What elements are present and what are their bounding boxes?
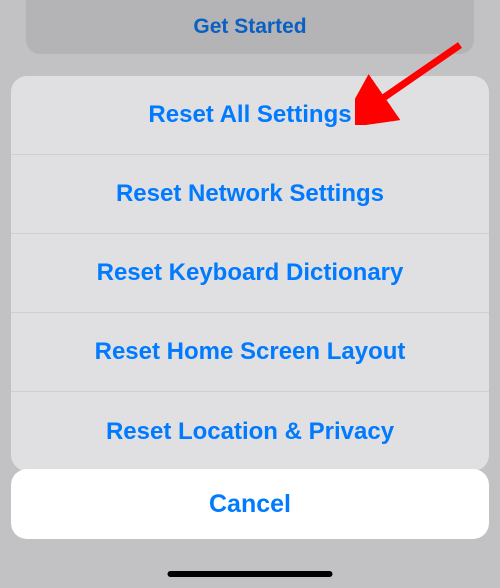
reset-network-settings-button[interactable]: Reset Network Settings xyxy=(11,155,489,234)
action-label: Reset Location & Privacy xyxy=(106,418,394,446)
reset-all-settings-button[interactable]: Reset All Settings xyxy=(11,76,489,155)
action-label: Reset Keyboard Dictionary xyxy=(97,259,404,287)
action-label: Reset All Settings xyxy=(148,101,351,129)
get-started-label: Get Started xyxy=(193,15,306,39)
cancel-button[interactable]: Cancel xyxy=(11,469,489,539)
cancel-label: Cancel xyxy=(209,490,291,519)
reset-action-sheet: Reset All Settings Reset Network Setting… xyxy=(11,76,489,471)
get-started-button-bg: Get Started xyxy=(26,0,474,54)
reset-location-privacy-button[interactable]: Reset Location & Privacy xyxy=(11,392,489,471)
home-indicator[interactable] xyxy=(168,571,333,577)
action-label: Reset Home Screen Layout xyxy=(95,338,406,366)
reset-home-screen-layout-button[interactable]: Reset Home Screen Layout xyxy=(11,313,489,392)
reset-keyboard-dictionary-button[interactable]: Reset Keyboard Dictionary xyxy=(11,234,489,313)
action-label: Reset Network Settings xyxy=(116,180,384,208)
